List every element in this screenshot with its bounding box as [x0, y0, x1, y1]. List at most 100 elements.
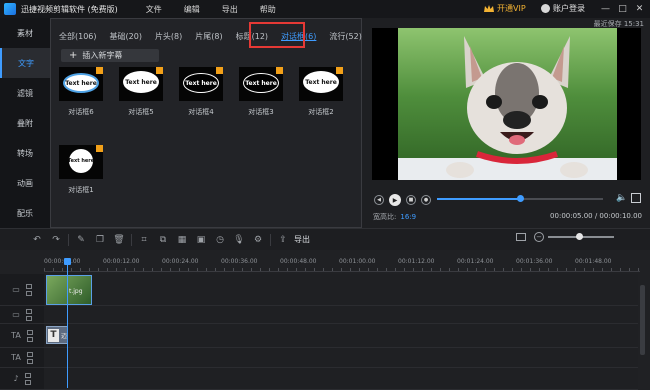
lock-icon[interactable] [26, 336, 33, 342]
zoom-slider-handle[interactable] [576, 233, 583, 240]
overlay-track-icon: ▭ [12, 310, 20, 319]
text-track-2[interactable] [44, 348, 638, 368]
stop-icon[interactable]: ■ [406, 195, 416, 205]
insert-subtitle-button[interactable]: + 插入新字幕 [61, 49, 159, 62]
video-clip[interactable]: t.jpg [46, 275, 92, 305]
tab-popular[interactable]: 流行(52) [329, 31, 361, 42]
toolbar-divider [131, 233, 132, 246]
mosaic-icon[interactable]: ▦ [175, 233, 189, 247]
tab-opening[interactable]: 片头(8) [155, 31, 182, 42]
list-item[interactable]: Text here 对话框4 [179, 67, 223, 117]
seek-handle[interactable] [517, 195, 524, 202]
nav-item-transition[interactable]: 转场 [0, 138, 50, 168]
overlay-track[interactable] [44, 306, 638, 324]
eye-icon[interactable] [25, 308, 32, 314]
eye-icon[interactable] [26, 351, 33, 357]
nav-item-overlay[interactable]: 叠附 [0, 108, 50, 138]
lock-icon[interactable] [25, 315, 32, 321]
aspect-ratio-value[interactable]: 16:9 [400, 213, 416, 221]
premium-badge-icon [336, 67, 343, 74]
export-icon[interactable]: ⇪ [276, 233, 290, 247]
menu-help[interactable]: 帮助 [260, 4, 276, 15]
eye-icon[interactable] [26, 329, 33, 335]
text-track[interactable]: T 迈 [44, 324, 638, 348]
list-item[interactable]: Text here 对话框3 [239, 67, 283, 117]
eye-icon[interactable] [24, 372, 31, 378]
timeline-scrollbar[interactable] [640, 285, 645, 355]
list-item[interactable]: Text here 对话框6 [59, 67, 103, 117]
overlay-track-header: ▭ [0, 306, 44, 324]
lock-icon[interactable] [26, 358, 33, 364]
dog-illustration [446, 36, 588, 178]
settings-icon[interactable]: ⚙ [251, 233, 265, 247]
ruler-label: 00:01:00.00 [339, 258, 376, 265]
prev-frame-icon[interactable]: ◀ [374, 195, 384, 205]
text-track-icon: TA [11, 331, 21, 340]
nav-item-animation[interactable]: 动画 [0, 168, 50, 198]
template-label: 对话框2 [308, 108, 334, 116]
tab-all[interactable]: 全部(106) [59, 31, 97, 42]
tab-ending[interactable]: 片尾(8) [195, 31, 222, 42]
close-icon[interactable]: ✕ [633, 2, 646, 15]
minimize-icon[interactable]: — [599, 2, 612, 15]
text-clip[interactable]: T 迈 [46, 326, 68, 344]
list-item[interactable]: Text here 对话框5 [119, 67, 163, 117]
tab-basic[interactable]: 基础(20) [110, 31, 142, 42]
nav-item-text[interactable]: 文字 [0, 48, 50, 78]
freeze-frame-icon[interactable]: ▣ [194, 233, 208, 247]
preview-panel: 最近保存 15:31 ◀ ▶ ■ ● 🔈 宽高比: 16:9 00:00:05.… [362, 18, 650, 228]
export-button[interactable]: 导出 [294, 234, 310, 245]
zoom-control: − + [516, 232, 650, 242]
seek-bar[interactable] [437, 195, 603, 202]
list-item[interactable]: Text here 对话框2 [299, 67, 343, 117]
list-item[interactable]: Text here 对话框1 [59, 145, 103, 195]
login-label: 账户登录 [553, 4, 585, 13]
edit-icon[interactable]: ✎ [74, 233, 88, 247]
crop-icon[interactable]: ⌗ [137, 233, 151, 247]
vip-button[interactable]: 开通VIP [484, 3, 526, 14]
lock-icon[interactable] [25, 290, 32, 296]
video-track-header: ▭ [0, 274, 44, 306]
seek-progress [437, 198, 520, 200]
split-icon[interactable]: ⧉ [156, 233, 170, 247]
fullscreen-icon[interactable] [631, 193, 641, 203]
template-thumbnail: Text here [59, 145, 103, 179]
playhead-handle[interactable] [64, 258, 71, 265]
template-thumbnail: Text here [299, 67, 343, 101]
undo-icon[interactable]: ↶ [30, 233, 44, 247]
nav-item-filter[interactable]: 滤镜 [0, 78, 50, 108]
redo-icon[interactable]: ↷ [49, 233, 63, 247]
speed-icon[interactable]: ◷ [213, 233, 227, 247]
playhead[interactable] [67, 262, 68, 388]
fit-timeline-icon[interactable] [516, 233, 526, 241]
premium-badge-icon [156, 67, 163, 74]
volume-icon[interactable]: 🔈 [616, 193, 627, 203]
template-label: 对话框5 [128, 108, 154, 116]
play-icon[interactable]: ▶ [389, 194, 401, 206]
microphone-icon[interactable]: 🎙 [232, 233, 246, 247]
preview-screen[interactable] [372, 28, 641, 180]
time-ruler[interactable]: 00:00:00.00 00:00:12.00 00:00:24.00 00:0… [44, 258, 644, 272]
timeline-toolbar: ↶ ↷ ✎ ❐ 🗑 ⌗ ⧉ ▦ ▣ ◷ 🎙 ⚙ ⇪ 导出 − + [0, 228, 650, 250]
eye-icon[interactable] [25, 283, 32, 289]
timecode: 00:00:05.00 / 00:00:10.00 [550, 212, 642, 220]
template-thumbnail: Text here [119, 67, 163, 101]
menu-export[interactable]: 导出 [222, 4, 238, 15]
lock-icon[interactable] [24, 379, 31, 385]
nav-item-material[interactable]: 素材 [0, 18, 50, 48]
playback-controls: ◀ ▶ ■ ● [374, 194, 436, 206]
premium-badge-icon [276, 67, 283, 74]
music-track[interactable] [44, 368, 638, 390]
next-frame-icon[interactable]: ● [421, 195, 431, 205]
login-button[interactable]: 账户登录 [541, 3, 585, 14]
zoom-slider[interactable] [548, 233, 614, 240]
delete-icon[interactable]: 🗑 [112, 233, 126, 247]
video-track[interactable]: t.jpg [44, 274, 638, 306]
nav-item-music[interactable]: 配乐 [0, 198, 50, 228]
window-controls: — □ ✕ [595, 2, 646, 15]
maximize-icon[interactable]: □ [616, 2, 629, 15]
menu-edit[interactable]: 编辑 [184, 4, 200, 15]
copy-icon[interactable]: ❐ [93, 233, 107, 247]
menu-file[interactable]: 文件 [146, 4, 162, 15]
zoom-out-icon[interactable]: − [534, 232, 544, 242]
